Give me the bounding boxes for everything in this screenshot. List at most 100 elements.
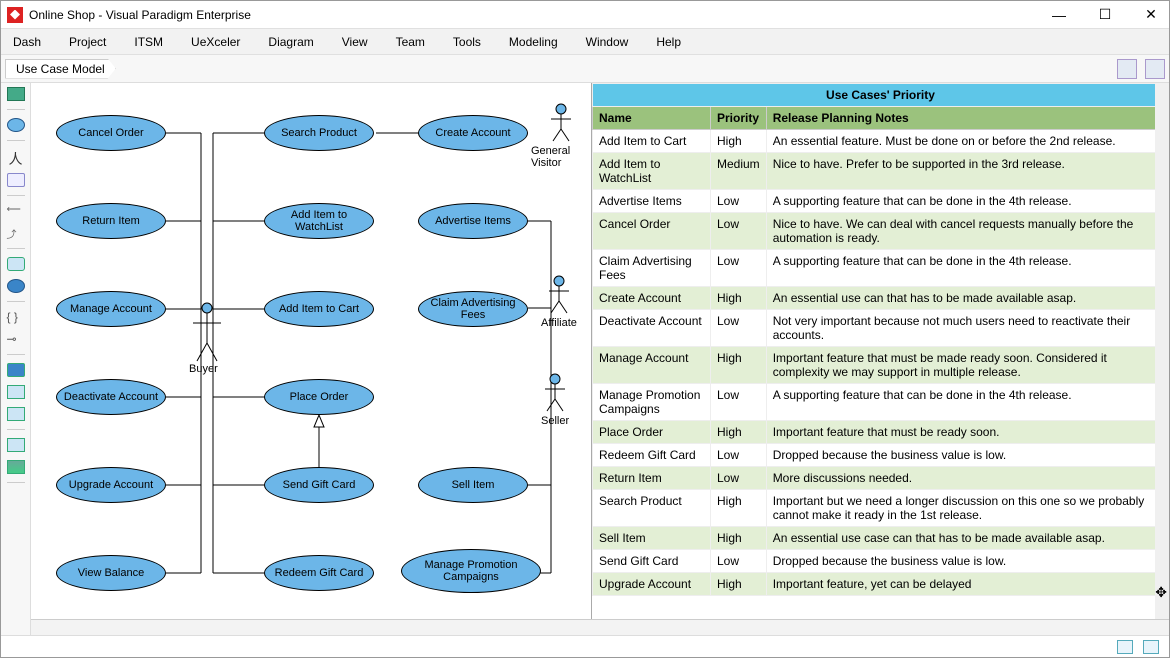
breadcrumb[interactable]: Use Case Model [5, 59, 116, 79]
actor-icon [549, 103, 573, 143]
table-cell: Low [711, 213, 767, 250]
horizontal-scrollbar[interactable] [31, 619, 1169, 635]
menubar: Dash Project ITSM UeXceler Diagram View … [1, 29, 1169, 55]
table-row[interactable]: Cancel OrderLowNice to have. We can deal… [593, 213, 1169, 250]
assoc-tool-icon[interactable]: ⟵ [7, 204, 25, 218]
actor-icon [547, 275, 571, 315]
actor-general-visitor[interactable]: General Visitor [531, 103, 591, 169]
close-button[interactable]: ✕ [1139, 3, 1163, 27]
uc-deactivate-account[interactable]: Deactivate Account [56, 379, 166, 415]
diagram-canvas[interactable]: Cancel Order Return Item Manage Account … [31, 83, 591, 619]
move-handle-icon[interactable]: ✥ [1155, 584, 1167, 601]
uc-manage-account[interactable]: Manage Account [56, 291, 166, 327]
maximize-button[interactable]: ☐ [1093, 3, 1117, 27]
actor-affiliate[interactable]: Affiliate [541, 275, 577, 329]
uc-add-cart[interactable]: Add Item to Cart [264, 291, 374, 327]
menu-uexceler[interactable]: UeXceler [191, 35, 240, 49]
table-row[interactable]: Upgrade AccountHighImportant feature, ye… [593, 573, 1169, 596]
col-priority[interactable]: Priority [711, 107, 767, 130]
palette-separator [7, 482, 25, 483]
col-name[interactable]: Name [593, 107, 711, 130]
priority-grid[interactable]: Use Cases' Priority Name Priority Releas… [591, 83, 1169, 619]
uc-upgrade-account[interactable]: Upgrade Account [56, 467, 166, 503]
menu-modeling[interactable]: Modeling [509, 35, 558, 49]
tool-palette: ⟵ ⤴ { } ⊸ [1, 83, 31, 635]
table-row[interactable]: Place OrderHighImportant feature that mu… [593, 421, 1169, 444]
menu-diagram[interactable]: Diagram [268, 35, 313, 49]
table-row[interactable]: Add Item to WatchListMediumNice to have.… [593, 153, 1169, 190]
menu-tools[interactable]: Tools [453, 35, 481, 49]
table-row[interactable]: Add Item to CartHighAn essential feature… [593, 130, 1169, 153]
uc-advertise[interactable]: Advertise Items [418, 203, 528, 239]
menu-project[interactable]: Project [69, 35, 106, 49]
uc-redeem-gift[interactable]: Redeem Gift Card [264, 555, 374, 591]
menu-help[interactable]: Help [656, 35, 681, 49]
uc-return-item[interactable]: Return Item [56, 203, 166, 239]
table-row[interactable]: Create AccountHighAn essential use can t… [593, 287, 1169, 310]
table-cell: Upgrade Account [593, 573, 711, 596]
table-row[interactable]: Search ProductHighImportant but we need … [593, 490, 1169, 527]
table-row[interactable]: Send Gift CardLowDropped because the bus… [593, 550, 1169, 573]
menu-team[interactable]: Team [396, 35, 425, 49]
actor-tool-icon[interactable] [11, 149, 21, 165]
priority-table: Use Cases' Priority Name Priority Releas… [592, 83, 1169, 596]
menu-window[interactable]: Window [586, 35, 629, 49]
image-tool-icon[interactable] [7, 460, 25, 474]
uc-cancel-order[interactable]: Cancel Order [56, 115, 166, 151]
table-cell: Nice to have. We can deal with cancel re… [766, 213, 1168, 250]
uc-add-watchlist[interactable]: Add Item to WatchList [264, 203, 374, 239]
usecase-tool-icon[interactable] [7, 118, 25, 132]
table-row[interactable]: Manage Promotion CampaignsLowA supportin… [593, 384, 1169, 421]
table-cell: High [711, 130, 767, 153]
uc-manage-promo[interactable]: Manage Promotion Campaigns [401, 549, 541, 593]
menu-itsm[interactable]: ITSM [134, 35, 163, 49]
uc-create-account[interactable]: Create Account [418, 115, 528, 151]
collab-tool-icon[interactable] [7, 279, 25, 293]
box-tool-icon[interactable] [7, 173, 25, 187]
palette-separator [7, 195, 25, 196]
table-tool-icon[interactable] [7, 407, 25, 421]
note-tool-icon[interactable] [7, 438, 25, 452]
table-row[interactable]: Claim Advertising FeesLowA supporting fe… [593, 250, 1169, 287]
table-cell: Low [711, 550, 767, 573]
package-tool-icon[interactable] [7, 257, 25, 271]
table-row[interactable]: Redeem Gift CardLowDropped because the b… [593, 444, 1169, 467]
screen-tool-icon[interactable] [7, 385, 25, 399]
statusbar [1, 635, 1169, 657]
window-icon[interactable] [1143, 640, 1159, 654]
uc-claim-fees[interactable]: Claim Advertising Fees [418, 291, 528, 327]
diagram-icon[interactable] [1145, 59, 1165, 79]
actor-seller[interactable]: Seller [541, 373, 569, 427]
gen-tool-icon[interactable]: ⤴ [7, 226, 25, 240]
layout-icon[interactable] [1117, 59, 1137, 79]
table-row[interactable]: Sell ItemHighAn essential use case can t… [593, 527, 1169, 550]
table-cell: High [711, 347, 767, 384]
table-row[interactable]: Deactivate AccountLowNot very important … [593, 310, 1169, 347]
col-notes[interactable]: Release Planning Notes [766, 107, 1168, 130]
table-cell: Important feature, yet can be delayed [766, 573, 1168, 596]
canvas-area: Cancel Order Return Item Manage Account … [31, 83, 1169, 619]
menu-view[interactable]: View [342, 35, 368, 49]
cursor-tool-icon[interactable] [7, 87, 25, 101]
minimize-button[interactable]: — [1047, 3, 1071, 27]
table-row[interactable]: Manage AccountHighImportant feature that… [593, 347, 1169, 384]
canvas-wrap: Cancel Order Return Item Manage Account … [31, 83, 1169, 635]
folder-tool-icon[interactable] [7, 363, 25, 377]
titlebar: Online Shop - Visual Paradigm Enterprise… [1, 1, 1169, 29]
actor-buyer-label: Buyer [189, 363, 218, 375]
uc-place-order[interactable]: Place Order [264, 379, 374, 415]
table-cell: High [711, 421, 767, 444]
key-tool-icon[interactable]: ⊸ [7, 332, 25, 346]
uc-view-balance[interactable]: View Balance [56, 555, 166, 591]
vertical-scrollbar[interactable] [1155, 83, 1169, 619]
table-cell: Important but we need a longer discussio… [766, 490, 1168, 527]
mail-icon[interactable] [1117, 640, 1133, 654]
uc-search-product[interactable]: Search Product [264, 115, 374, 151]
uc-send-gift[interactable]: Send Gift Card [264, 467, 374, 503]
menu-dash[interactable]: Dash [13, 35, 41, 49]
table-cell: Low [711, 250, 767, 287]
table-row[interactable]: Advertise ItemsLowA supporting feature t… [593, 190, 1169, 213]
uc-sell-item[interactable]: Sell Item [418, 467, 528, 503]
brace-tool-icon[interactable]: { } [7, 310, 25, 324]
table-row[interactable]: Return ItemLowMore discussions needed. [593, 467, 1169, 490]
